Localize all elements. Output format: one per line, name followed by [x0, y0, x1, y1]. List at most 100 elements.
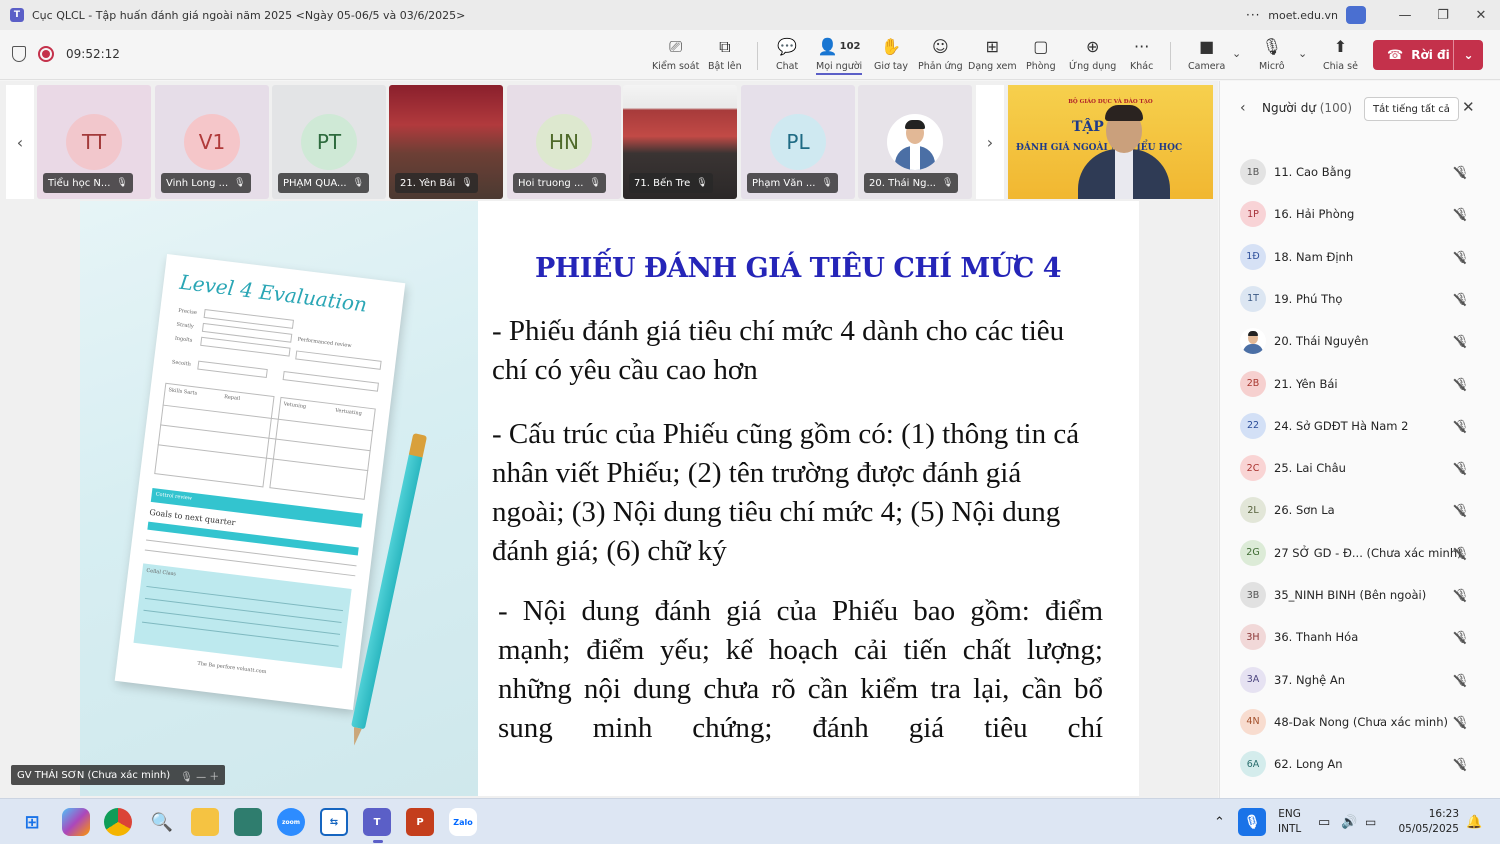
- zoom-icon[interactable]: zoom: [277, 808, 305, 836]
- muted-mic-icon[interactable]: 🎙: [1454, 588, 1469, 602]
- muted-mic-icon: 🎙: [821, 178, 833, 188]
- view-icon: ⊞: [985, 37, 1000, 56]
- participant-row[interactable]: 6A 62. Long An 🎙: [1220, 743, 1500, 785]
- zalo-icon[interactable]: Zalo: [449, 808, 477, 836]
- muted-mic-icon[interactable]: 🎙: [1454, 207, 1469, 221]
- muted-mic-icon: 🎙: [941, 178, 954, 188]
- participant-row[interactable]: 3H 36. Thanh Hóa 🎙: [1220, 616, 1500, 658]
- mic-options-chevron-icon[interactable]: ⌄: [1298, 47, 1307, 60]
- organization-name[interactable]: moet.edu.vn: [1268, 9, 1338, 22]
- participant-tile[interactable]: HN Hoi truong ... 🎙: [507, 85, 621, 199]
- teamviewer-icon[interactable]: ⇆: [320, 808, 348, 836]
- muted-mic-icon[interactable]: 🎙: [1454, 461, 1469, 475]
- participant-tile-video[interactable]: 71. Bến Tre 🎙: [623, 85, 737, 199]
- participant-row[interactable]: 1P 16. Hải Phòng 🎙: [1220, 193, 1500, 235]
- tiles-next-chevron-icon[interactable]: ›: [976, 85, 1004, 199]
- minimize-button[interactable]: —: [1386, 8, 1424, 23]
- participant-name: 19. Phú Thọ: [1274, 291, 1343, 306]
- volume-icon[interactable]: 🔊: [1341, 799, 1357, 844]
- teams-icon[interactable]: T: [363, 808, 391, 836]
- leave-button[interactable]: ☎ Rời đi ⌄: [1373, 40, 1483, 70]
- participant-row[interactable]: 20. Thái Nguyên 🎙: [1220, 320, 1500, 362]
- participant-row[interactable]: 1T 19. Phú Thọ 🎙: [1220, 278, 1500, 320]
- participant-row[interactable]: 2B 21. Yên Bái 🎙: [1220, 363, 1500, 405]
- muted-mic-icon[interactable]: 🎙: [1454, 334, 1469, 348]
- file-explorer-icon[interactable]: [191, 808, 219, 836]
- muted-mic-icon[interactable]: 🎙: [1454, 377, 1469, 391]
- recording-icon[interactable]: [38, 46, 54, 62]
- more-options-icon[interactable]: ···: [1238, 8, 1268, 22]
- avatar: V1: [184, 114, 240, 170]
- participant-row[interactable]: 3A 37. Nghệ An 🎙: [1220, 659, 1500, 701]
- muted-mic-icon[interactable]: 🎙: [1454, 250, 1469, 264]
- muted-mic-icon[interactable]: 🎙: [1454, 546, 1469, 560]
- share-button[interactable]: ⬆ Chia sẻ: [1323, 36, 1358, 76]
- battery-icon[interactable]: ▭: [1365, 799, 1376, 844]
- raise-hand-button[interactable]: ✋ Giơ tay: [874, 36, 908, 76]
- participant-tile[interactable]: 20. Thái Ng... 🎙: [858, 85, 972, 199]
- tray-overflow-chevron-icon[interactable]: ⌃: [1214, 799, 1225, 844]
- participant-tile[interactable]: PL Phạm Văn ... 🎙: [741, 85, 855, 199]
- tiles-prev-chevron-icon[interactable]: ‹: [6, 85, 34, 199]
- participant-tile-video[interactable]: 21. Yên Bái 🎙: [389, 85, 503, 199]
- muted-mic-icon: 🎙: [352, 178, 365, 188]
- close-icon[interactable]: ✕: [1462, 98, 1475, 116]
- organization-icon[interactable]: [1346, 6, 1366, 24]
- participant-tile[interactable]: TT Tiểu học N... 🎙: [37, 85, 151, 199]
- self-name-tag[interactable]: GV THÁI SƠN (Chưa xác minh) 🎙 — ＋: [11, 765, 226, 785]
- participant-row[interactable]: 2L 26. Sơn La 🎙: [1220, 489, 1500, 531]
- muted-mic-icon[interactable]: 🎙: [1454, 757, 1469, 771]
- camera-button[interactable]: ■ Camera: [1188, 36, 1225, 76]
- presenter-hair: [1105, 105, 1143, 121]
- self-name: GV THÁI SƠN (Chưa xác minh): [17, 769, 171, 781]
- back-chevron-icon[interactable]: ‹: [1240, 100, 1246, 116]
- microphone-tray-icon[interactable]: 🎙: [1238, 808, 1266, 836]
- muted-mic-icon[interactable]: 🎙: [1454, 419, 1469, 433]
- more-actions-button[interactable]: ··· Khác: [1130, 36, 1153, 76]
- control-button[interactable]: ⎚ Kiểm soát: [652, 36, 699, 76]
- close-window-button[interactable]: ✕: [1462, 8, 1500, 23]
- raise-hand-label: Giơ tay: [874, 61, 909, 72]
- people-button[interactable]: 👤 102 Mọi người: [816, 36, 863, 76]
- muted-mic-icon[interactable]: 🎙: [1454, 673, 1469, 687]
- participant-row[interactable]: 22 24. Sở GDĐT Hà Nam 2 🎙: [1220, 405, 1500, 447]
- participant-row[interactable]: 4N 48-Dak Nong (Chưa xác minh) 🎙: [1220, 701, 1500, 743]
- restore-button[interactable]: ❐: [1424, 8, 1462, 23]
- chat-button[interactable]: 💬 Chat: [776, 36, 798, 76]
- mic-button[interactable]: 🎙 Micrô: [1259, 36, 1285, 76]
- presenter-video[interactable]: BỘ GIÁO DỤC VÀ ĐÀO TẠO TẬP ĐÁNH GIÁ NGOÀ…: [1008, 85, 1213, 199]
- participant-row[interactable]: 2C 25. Lai Châu 🎙: [1220, 447, 1500, 489]
- notifications-icon[interactable]: 🔔: [1466, 799, 1482, 844]
- apps-button[interactable]: ⊕ Ứng dụng: [1069, 36, 1116, 76]
- reactions-button[interactable]: ☺ Phản ứng: [918, 36, 963, 76]
- view-button[interactable]: ⊞ Dạng xem: [968, 36, 1017, 76]
- muted-mic-icon[interactable]: 🎙: [1454, 292, 1469, 306]
- mute-all-button[interactable]: Tắt tiếng tất cả: [1364, 97, 1459, 121]
- search-icon[interactable]: 🔍: [148, 808, 176, 836]
- network-app-icon[interactable]: [234, 808, 262, 836]
- participant-tile[interactable]: V1 Vinh Long ... 🎙: [155, 85, 269, 199]
- popout-button[interactable]: ⧉ Bật lên: [708, 36, 742, 76]
- clock[interactable]: 16:23 05/05/2025: [1395, 807, 1459, 837]
- network-icon[interactable]: ▭: [1318, 799, 1330, 844]
- leave-options-chevron-icon[interactable]: ⌄: [1453, 40, 1483, 70]
- copilot-icon[interactable]: [62, 808, 90, 836]
- shield-icon[interactable]: [12, 46, 26, 62]
- participant-row[interactable]: 1Đ 18. Nam Định 🎙: [1220, 236, 1500, 278]
- muted-mic-icon[interactable]: 🎙: [1454, 715, 1469, 729]
- participant-row[interactable]: 2G 27 SỞ GD - Đ... (Chưa xác minh) 🎙: [1220, 532, 1500, 574]
- avatar: 2C: [1240, 455, 1266, 482]
- muted-mic-icon[interactable]: 🎙: [1454, 503, 1469, 517]
- participant-tile[interactable]: PT PHẠM QUA... 🎙: [272, 85, 386, 199]
- chrome-icon[interactable]: [104, 808, 132, 836]
- rooms-button[interactable]: ▢ Phòng: [1026, 36, 1056, 76]
- input-language[interactable]: ENG INTL: [1278, 807, 1301, 837]
- participant-name: 48-Dak Nong (Chưa xác minh): [1274, 714, 1448, 729]
- powerpoint-icon[interactable]: P: [406, 808, 434, 836]
- muted-mic-icon[interactable]: 🎙: [1454, 630, 1469, 644]
- muted-mic-icon[interactable]: 🎙: [1454, 165, 1469, 179]
- participant-row[interactable]: 3B 35_NINH BINH (Bên ngoài) 🎙: [1220, 574, 1500, 616]
- camera-options-chevron-icon[interactable]: ⌄: [1232, 47, 1241, 60]
- participant-row[interactable]: 1B 11. Cao Bằng 🎙: [1220, 151, 1500, 193]
- start-icon[interactable]: ⊞: [18, 808, 46, 836]
